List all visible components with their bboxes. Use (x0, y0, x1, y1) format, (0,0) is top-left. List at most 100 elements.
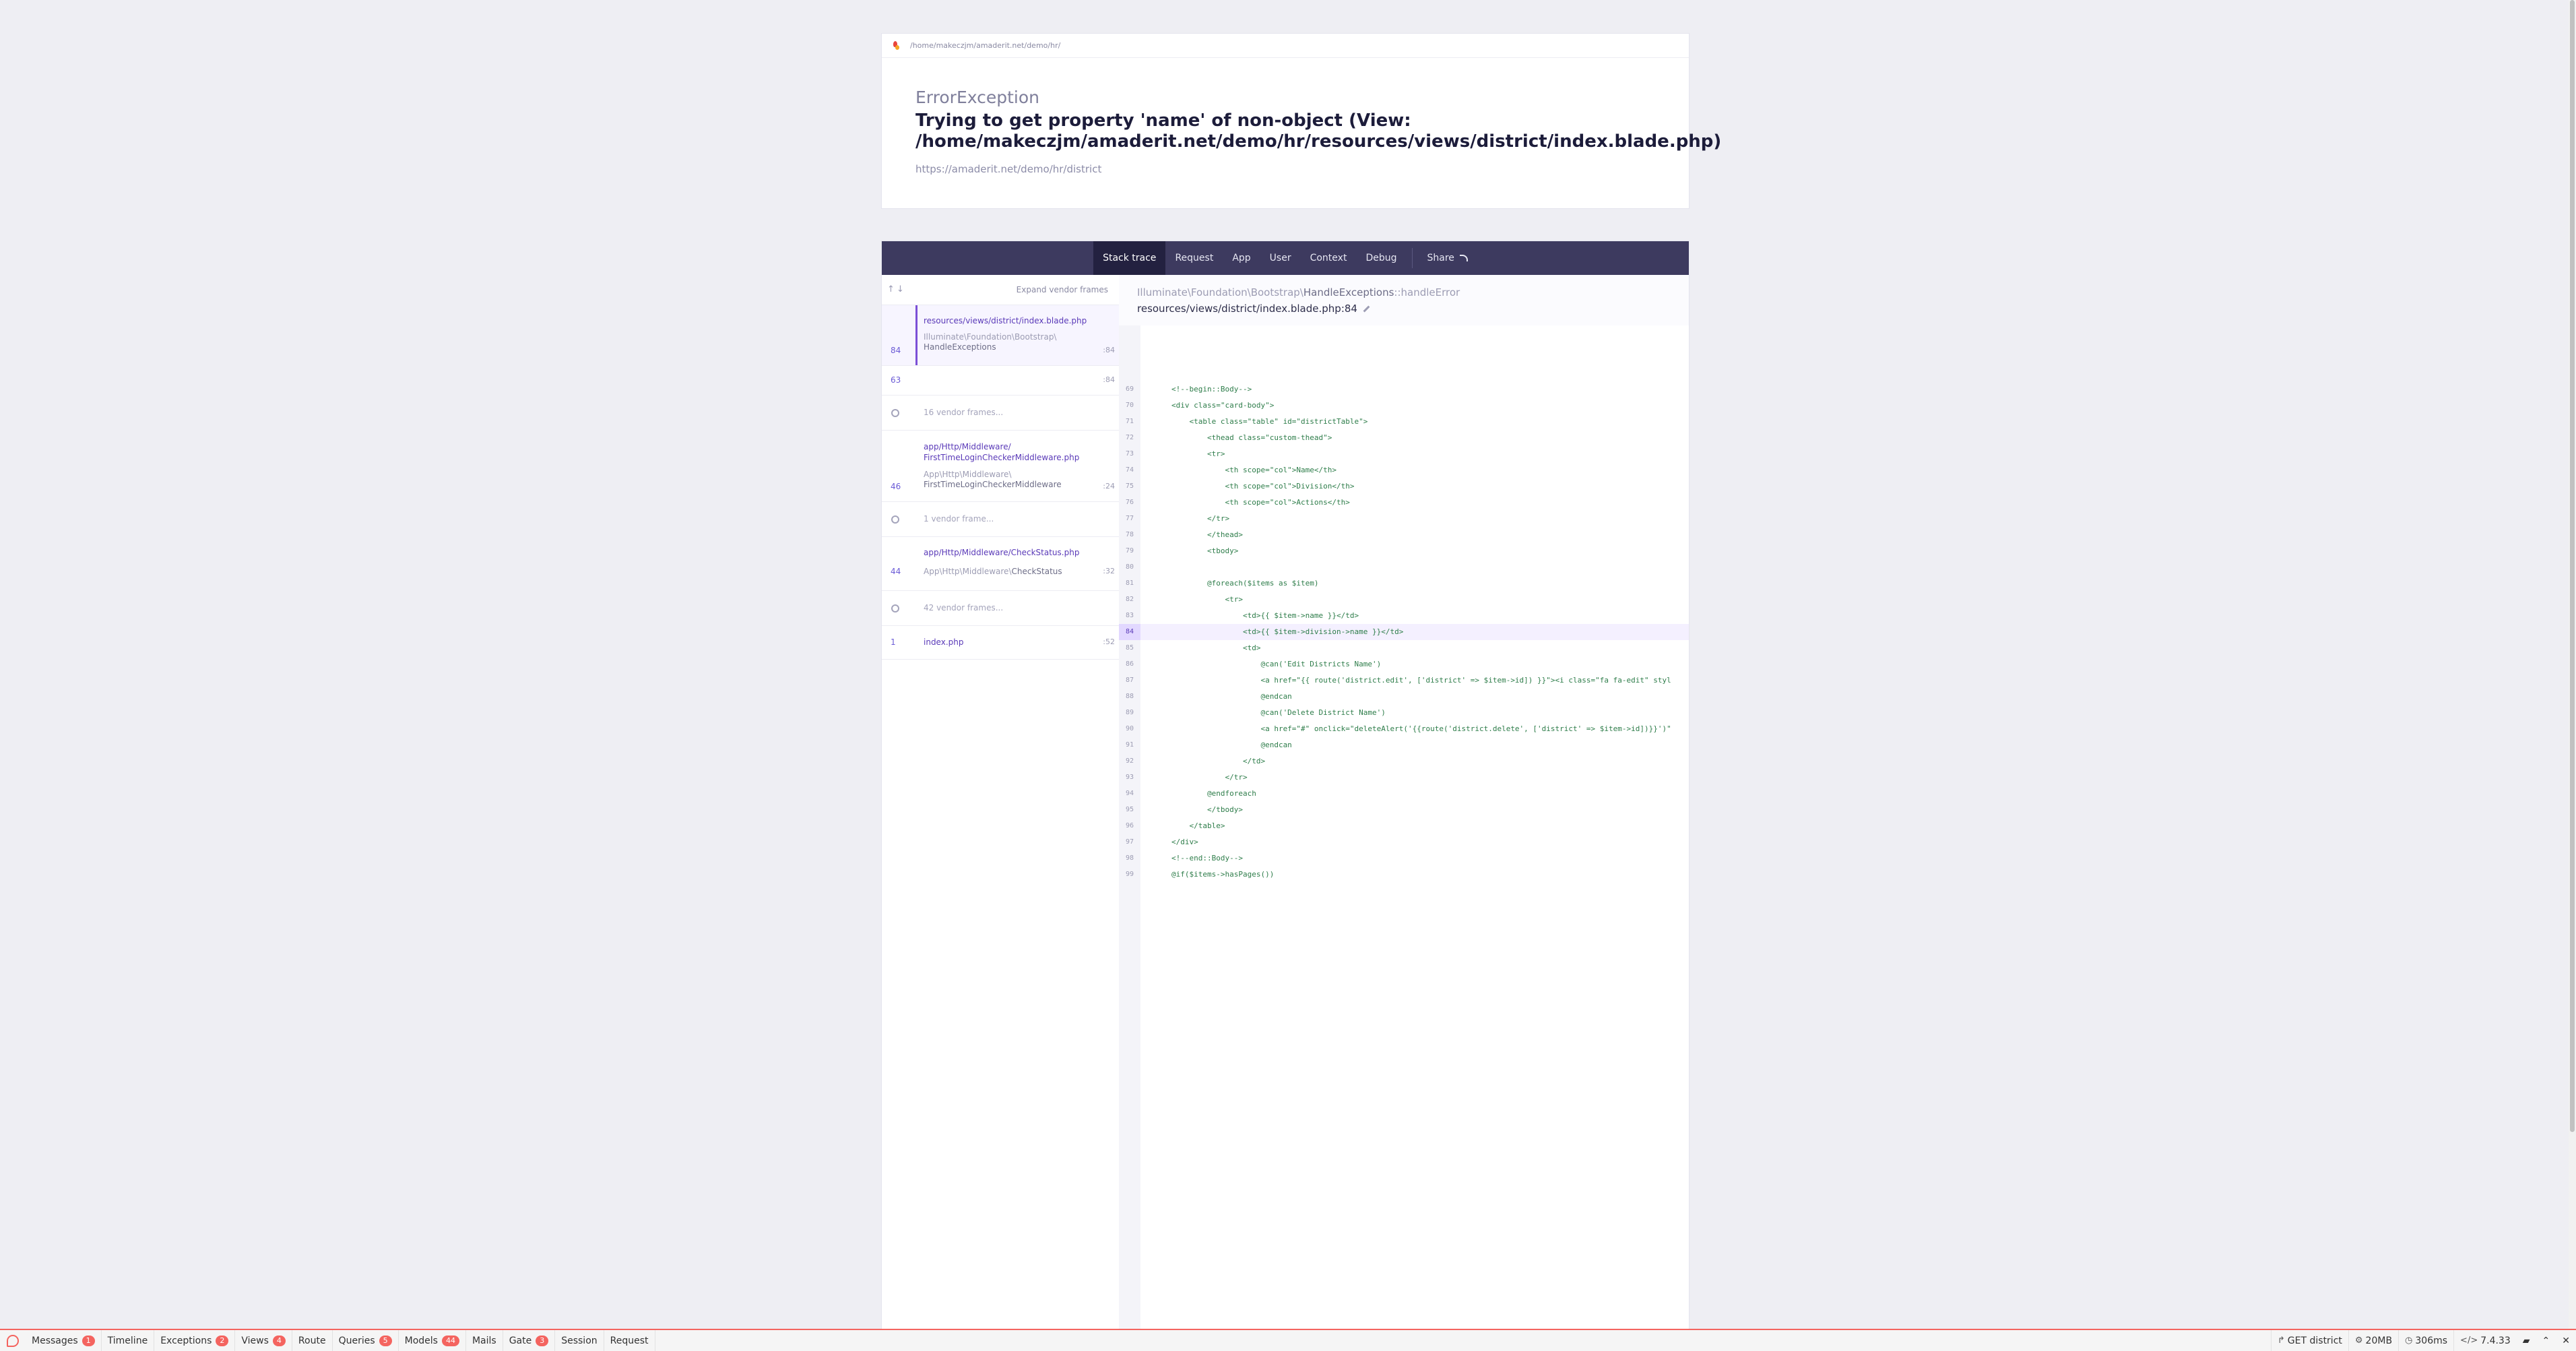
code-line-source: <tr> (1171, 449, 1225, 458)
code-line-source: <!--end::Body--> (1171, 854, 1243, 862)
code-line-source: </tr> (1171, 514, 1230, 523)
tab-context[interactable]: Context (1301, 241, 1357, 275)
debugbar-tab-label: Queries (338, 1335, 375, 1346)
code-line-number[interactable]: 96 (1119, 818, 1140, 834)
arrow-up-icon[interactable]: ↑ (887, 284, 895, 294)
request-url[interactable]: https://amaderit.net/demo/hr/district (915, 163, 1101, 175)
debugbar-tab-mails[interactable]: Mails (466, 1330, 503, 1351)
code-line: 84 <td>{{ $item->division->name }}</td> (1119, 624, 1689, 640)
code-line: 71 <table class="table" id="districtTabl… (1119, 414, 1689, 430)
code-line-number[interactable]: 79 (1119, 543, 1140, 559)
debugbar-tab-gate[interactable]: Gate 3 (503, 1330, 556, 1351)
debugbar-tab-route[interactable]: Route (292, 1330, 333, 1351)
tab-debug[interactable]: Debug (1356, 241, 1406, 275)
code-line-number[interactable]: 89 (1119, 705, 1140, 721)
debugbar-tab-label: Mails (472, 1335, 496, 1346)
code-line-number[interactable]: 99 (1119, 867, 1140, 883)
code-line-source: <a href="#" onclick="deleteAlert('{{rout… (1171, 724, 1671, 733)
debugbar-tab-timeline[interactable]: Timeline (102, 1330, 155, 1351)
vendor-frames-collapsed[interactable]: 1 vendor frame... (882, 502, 1119, 537)
code-line-number[interactable]: 83 (1119, 608, 1140, 624)
code-line: 85 <td> (1119, 640, 1689, 656)
code-line-number[interactable]: 84 (1119, 624, 1140, 640)
code-line-number[interactable]: 92 (1119, 753, 1140, 769)
debugbar-tab-exceptions[interactable]: Exceptions 2 (154, 1330, 236, 1351)
frame-file: app/Http/Middleware/CheckStatus.php (924, 548, 1080, 557)
debugbar-tab-messages[interactable]: Messages 1 (26, 1330, 102, 1351)
code-line: 79 <tbody> (1119, 543, 1689, 559)
page-scrollbar-thumb[interactable] (2570, 0, 2575, 1132)
code-line-number[interactable]: 71 (1119, 414, 1140, 430)
exception-class: ErrorException (915, 88, 1039, 107)
stack-frame[interactable]: app/Http/Middleware/FirstTimeLoginChecke… (882, 431, 1119, 502)
share-button[interactable]: Share (1418, 241, 1477, 275)
tab-stack-trace[interactable]: Stack trace (1093, 241, 1166, 275)
debugbar-tab-label: Models (404, 1335, 438, 1346)
stack-frame[interactable]: 1 index.php :52 (882, 626, 1119, 660)
stack-frame[interactable]: app/Http/Middleware/CheckStatus.php App\… (882, 537, 1119, 591)
debugbar-tab-views[interactable]: Views 4 (235, 1330, 292, 1351)
code-line-number[interactable]: 76 (1119, 495, 1140, 511)
pencil-edit-icon[interactable] (1363, 305, 1370, 313)
exception-message: Trying to get property 'name' of non-obj… (915, 111, 1722, 152)
code-line-number[interactable]: 78 (1119, 527, 1140, 543)
clock-icon: ◷ (2405, 1336, 2413, 1346)
code-line-number[interactable]: 87 (1119, 672, 1140, 689)
code-line: 90 <a href="#" onclick="deleteAlert('{{r… (1119, 721, 1689, 737)
code-line-number[interactable]: 93 (1119, 769, 1140, 786)
code-line-number[interactable]: 81 (1119, 575, 1140, 592)
stack-frame[interactable]: resources/views/district/index.blade.php… (882, 305, 1119, 366)
debugbar-tab-queries[interactable]: Queries 5 (333, 1330, 399, 1351)
code-line-number[interactable]: 88 (1119, 689, 1140, 705)
code-line: 91 @endcan (1119, 737, 1689, 753)
tab-app[interactable]: App (1223, 241, 1260, 275)
code-line-number[interactable]: 73 (1119, 446, 1140, 462)
code-line-number[interactable]: 80 (1119, 559, 1140, 575)
share-arrow-icon (1459, 255, 1468, 261)
code-line-number[interactable]: 69 (1119, 381, 1140, 398)
debugbar-tab-label: Route (298, 1335, 326, 1346)
code-line-number[interactable]: 72 (1119, 430, 1140, 446)
frame-line-number: 44 (891, 567, 901, 576)
arrow-down-icon[interactable]: ↓ (897, 284, 904, 294)
code-line-number[interactable]: 90 (1119, 721, 1140, 737)
code-line-number[interactable]: 75 (1119, 478, 1140, 495)
debugbar-tab-models[interactable]: Models 44 (399, 1330, 466, 1351)
code-line: 77 </tr> (1119, 511, 1689, 527)
code-line-number[interactable]: 91 (1119, 737, 1140, 753)
code-line-source: @if($items->hasPages()) (1171, 870, 1275, 879)
debugbar-tab-request[interactable]: Request (604, 1330, 655, 1351)
code-line-number[interactable]: 86 (1119, 656, 1140, 672)
code-line-number[interactable]: 98 (1119, 850, 1140, 867)
code-line: 70 <div class="card-body"> (1119, 398, 1689, 414)
close-icon[interactable]: ✕ (2556, 1336, 2576, 1346)
debugbar-count-badge: 5 (379, 1335, 392, 1346)
code-line-number[interactable]: 82 (1119, 592, 1140, 608)
code-line-source: @foreach($items as $item) (1171, 579, 1319, 588)
debugbar-route[interactable]: ↱ GET district (2270, 1330, 2348, 1351)
vendor-frames-collapsed[interactable]: 42 vendor frames... (882, 591, 1119, 626)
code-line-number[interactable]: 94 (1119, 786, 1140, 802)
stack-frame[interactable]: 63 :84 (882, 366, 1119, 396)
debugbar-logo-icon[interactable] (7, 1334, 19, 1347)
folder-open-icon[interactable]: ▰ (2517, 1336, 2536, 1346)
code-line-number[interactable]: 70 (1119, 398, 1140, 414)
code-line-number[interactable]: 95 (1119, 802, 1140, 818)
code-line-source: </tbody> (1171, 805, 1243, 814)
code-line-number[interactable]: 97 (1119, 834, 1140, 850)
expand-vendor-frames-button[interactable]: Expand vendor frames (1017, 285, 1108, 294)
code-line-number[interactable]: 74 (1119, 462, 1140, 478)
code-line-number[interactable]: 77 (1119, 511, 1140, 527)
debugbar-tab-session[interactable]: Session (555, 1330, 604, 1351)
vendor-gear-icon (891, 604, 899, 612)
code-line-number[interactable]: 85 (1119, 640, 1140, 656)
restore-chevron-up-icon[interactable]: ⌃ (2536, 1336, 2556, 1346)
tab-request[interactable]: Request (1165, 241, 1223, 275)
code-line-source: @endcan (1171, 741, 1292, 749)
code-line: 80 (1119, 559, 1689, 575)
code-line: 96 </table> (1119, 818, 1689, 834)
code-line: 93 </tr> (1119, 769, 1689, 786)
vendor-frames-collapsed[interactable]: 16 vendor frames... (882, 396, 1119, 431)
code-line-source: <th scope="col">Name</th> (1171, 466, 1337, 474)
tab-user[interactable]: User (1260, 241, 1301, 275)
